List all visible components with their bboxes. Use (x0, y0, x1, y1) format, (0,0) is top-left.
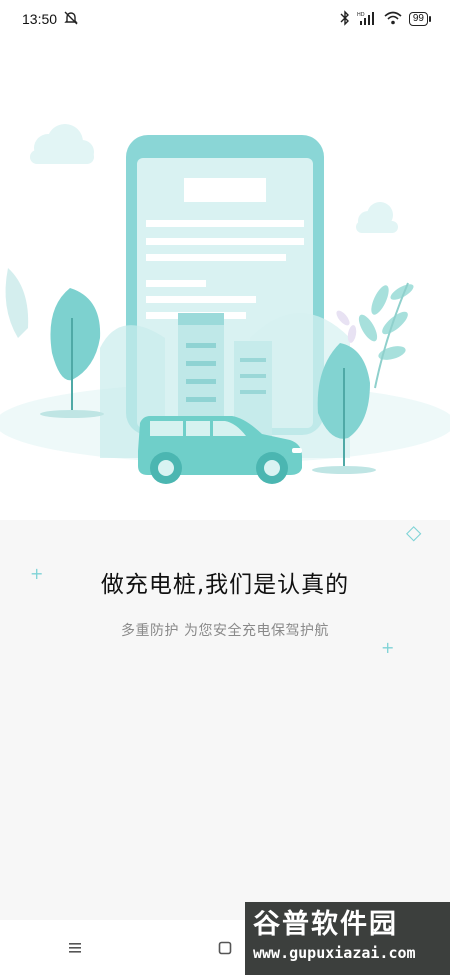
status-left: 13:50 (22, 10, 79, 29)
status-time: 13:50 (22, 11, 58, 27)
onboarding-headline: 做充电桩,我们是认真的 (100, 572, 350, 598)
charging-illustration (0, 124, 450, 484)
sparkle-plus-icon: + (381, 638, 395, 657)
status-bar: 13:50 HD 99 (0, 0, 450, 38)
status-right: HD 99 (340, 9, 432, 29)
menu-icon[interactable] (55, 928, 95, 968)
svg-text:HD: HD (357, 12, 365, 18)
home-icon[interactable] (205, 928, 245, 968)
sparkle-diamond-icon: ◇ (406, 520, 422, 544)
watermark-title: 谷普软件园 (253, 909, 398, 940)
bluetooth-icon (340, 9, 350, 29)
mute-icon (63, 10, 79, 29)
onboarding-content: ◇ + + 做充电桩,我们是认真的 多重防护 为您安全充电保驾护航 (0, 520, 450, 920)
cellular-hd-icon: HD (357, 11, 377, 28)
battery-icon: 99 (408, 12, 432, 26)
watermark-logo: 谷普软件园 www.gupuxiazai.com (245, 902, 450, 975)
wifi-icon (384, 11, 402, 28)
battery-level: 99 (412, 13, 424, 24)
watermark-url: www.gupuxiazai.com (253, 944, 416, 962)
onboarding-illustration (0, 38, 450, 520)
cloud-right (356, 202, 398, 233)
cloud-left (30, 124, 94, 164)
onboarding-subline: 多重防护 为您安全充电保驾护航 (121, 623, 329, 639)
